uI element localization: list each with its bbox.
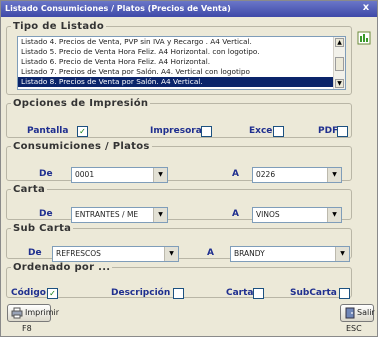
subcarta-a-label: A [207,248,214,258]
carta-a-combo[interactable]: VINOS ▼ [252,207,342,223]
descripcion-checkbox[interactable] [173,288,184,299]
chevron-down-icon[interactable]: ▼ [335,247,349,261]
title-bar: Listado Consumiciones / Platos (Precios … [1,1,377,17]
carta-order-checkbox[interactable] [253,288,264,299]
imprimir-label: Imprimir [25,308,60,317]
scroll-down-icon[interactable]: ▼ [335,79,344,88]
carta-a-value: VINOS [256,210,280,219]
scroll-thumb[interactable] [335,57,344,71]
subcarta-de-combo[interactable]: REFRESCOS ▼ [52,246,179,262]
pdf-checkbox[interactable] [337,126,348,137]
scroll-up-icon[interactable]: ▲ [335,38,344,47]
excel-checkbox[interactable] [273,126,284,137]
subcarta-group: Sub Carta De REFRESCOS ▼ A BRANDY ▼ [6,223,352,262]
consumiciones-group: Consumiciones / Platos De 0001 ▼ A 0226 … [6,141,352,183]
consumiciones-de-combo[interactable]: 0001 ▼ [71,167,168,183]
pantalla-checkbox[interactable]: ✓ [77,126,88,137]
subcarta-legend: Sub Carta [13,223,72,234]
ordenado-group: Ordenado por ... Código ✓ Descripción Ca… [6,262,352,299]
chevron-down-icon[interactable]: ▼ [327,208,341,222]
consumiciones-a-label: A [232,169,239,179]
printer-icon [11,307,23,319]
consumiciones-de-value: 0001 [75,170,95,179]
consumiciones-legend: Consumiciones / Platos [13,141,150,152]
carta-de-combo[interactable]: ENTRANTES / ME ▼ [71,207,168,223]
tipo-listado-legend: Tipo de Listado [13,21,104,32]
subcarta-order-checkbox[interactable] [339,288,350,299]
salir-button[interactable]: Salir [340,304,375,322]
codigo-checkbox[interactable]: ✓ [47,288,58,299]
carta-legend: Carta [13,184,46,195]
consumiciones-a-combo[interactable]: 0226 ▼ [252,167,342,183]
imprimir-button[interactable]: Imprimir [7,304,59,322]
impresora-checkbox[interactable] [201,126,212,137]
subcarta-a-value: BRANDY [234,249,265,258]
salir-label: Salir [357,308,375,317]
opciones-legend: Opciones de Impresión [13,98,149,109]
chevron-down-icon[interactable]: ▼ [153,168,167,182]
close-icon[interactable]: x [359,2,373,15]
salir-shortcut: ESC [346,324,362,333]
chevron-down-icon[interactable]: ▼ [327,168,341,182]
dialog-window: Listado Consumiciones / Platos (Precios … [0,0,378,337]
pdf-label: PDF [318,126,339,136]
codigo-label: Código [11,288,46,298]
imprimir-shortcut: F8 [22,324,32,333]
chevron-down-icon[interactable]: ▼ [153,208,167,222]
list-item[interactable]: Listado 5. Precio de Venta Hora Feliz. A… [18,47,345,57]
consumiciones-de-label: De [39,169,53,179]
carta-a-label: A [232,209,239,219]
carta-de-value: ENTRANTES / ME [75,210,139,219]
report-preview-icon[interactable] [357,31,371,45]
list-item-selected[interactable]: Listado 8. Precios de Venta por Salón. A… [18,77,345,87]
list-item[interactable]: Listado 7. Precios de Venta por Salón. A… [18,67,345,77]
impresora-label: Impresora [150,126,202,136]
subcarta-de-label: De [28,248,42,258]
excel-label: Excel [249,126,276,136]
tipo-listado-group: Tipo de Listado Listado 4. Precios de Ve… [6,21,352,95]
list-item[interactable]: Listado 6. Precio de Venta Hora Feliz. A… [18,57,345,67]
exit-door-icon [345,307,355,319]
carta-de-label: De [39,209,53,219]
subcarta-a-combo[interactable]: BRANDY ▼ [230,246,350,262]
carta-group: Carta De ENTRANTES / ME ▼ A VINOS ▼ [6,184,352,223]
window-title: Listado Consumiciones / Platos (Precios … [5,4,231,13]
listbox-scrollbar[interactable]: ▲ ▼ [333,37,345,89]
subcarta-order-label: SubCarta [290,288,337,298]
opciones-impresion-group: Opciones de Impresión Pantalla ✓ Impreso… [6,98,352,138]
report-type-listbox[interactable]: Listado 4. Precios de Venta, PVP sin IVA… [17,36,346,90]
descripcion-label: Descripción [111,288,171,298]
list-item[interactable]: Listado 4. Precios de Venta, PVP sin IVA… [18,37,345,47]
carta-order-label: Carta [226,288,254,298]
chevron-down-icon[interactable]: ▼ [164,247,178,261]
subcarta-de-value: REFRESCOS [56,249,101,258]
pantalla-label: Pantalla [27,126,69,136]
consumiciones-a-value: 0226 [256,170,276,179]
ordenado-legend: Ordenado por ... [13,262,111,273]
